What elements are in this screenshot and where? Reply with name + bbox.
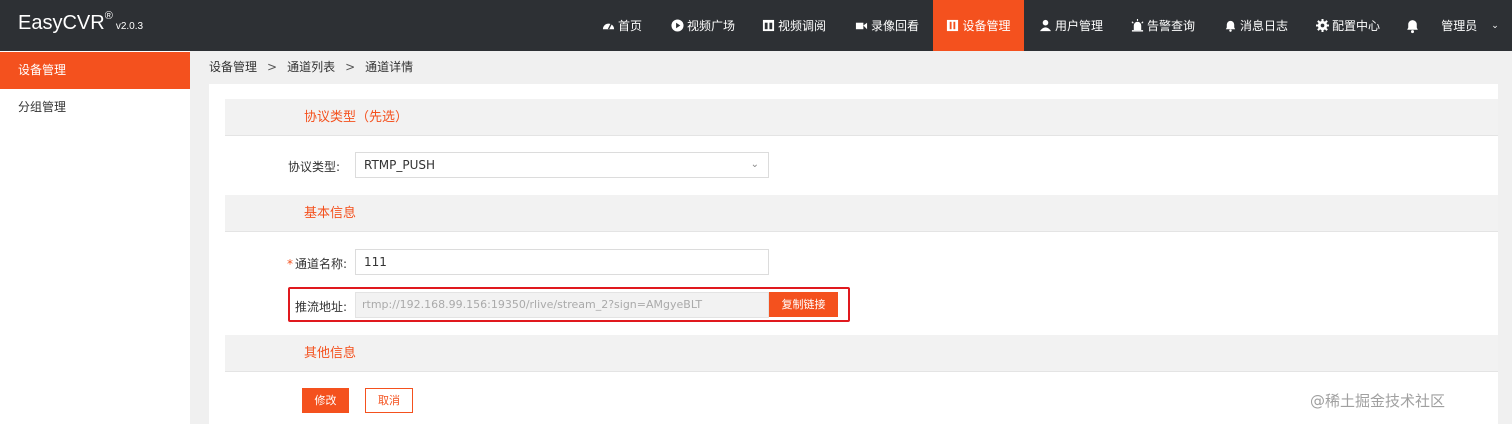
nav-video-square[interactable]: 视频广场 — [667, 0, 739, 51]
nav-device-management[interactable]: 设备管理 — [933, 0, 1024, 51]
nav-label: 首页 — [617, 19, 642, 33]
channel-name-input[interactable]: 111 — [355, 249, 769, 275]
breadcrumb: 设备管理 > 通道列表 > 通道详情 — [209, 58, 413, 76]
protocol-label: 协议类型: — [287, 160, 340, 174]
brand-registered-mark: ® — [104, 10, 113, 22]
breadcrumb-separator: > — [345, 60, 356, 74]
nav-label: 消息日志 — [1239, 19, 1288, 33]
nav-recording[interactable]: 录像回看 — [851, 0, 923, 51]
copy-link-button[interactable]: 复制链接 — [769, 292, 838, 317]
section-header-other: 其他信息 — [225, 335, 1498, 372]
page-scroll-area — [1498, 51, 1512, 424]
nav-label: 告警查询 — [1146, 19, 1195, 33]
nav-label: 用户管理 — [1054, 19, 1103, 33]
push-url-input[interactable]: rtmp://192.168.99.156:19350/rlive/stream… — [355, 292, 769, 318]
sidebar-item-group-management[interactable]: 分组管理 — [0, 89, 190, 126]
channel-detail-form: 协议类型（先选） 协议类型: RTMP_PUSH ⌄ 基本信息 * 通道名称: 1… — [209, 84, 1498, 424]
nav-label: 视频调阅 — [777, 19, 826, 33]
sidebar-item-device-management[interactable]: 设备管理 — [0, 52, 190, 89]
dashboard-icon — [602, 23, 615, 30]
chevron-down-icon: ⌄ — [750, 159, 759, 170]
breadcrumb-item[interactable]: 通道列表 — [287, 58, 335, 76]
required-mark: * — [286, 257, 293, 271]
nav-label: 录像回看 — [870, 19, 919, 33]
brand-name: EasyCVR — [18, 12, 105, 34]
brand-logo[interactable]: EasyCVR ® v2.0.3 — [18, 10, 144, 40]
user-icon — [1039, 19, 1052, 32]
nav-message-log[interactable]: 消息日志 — [1220, 0, 1292, 51]
save-button[interactable]: 修改 — [302, 388, 349, 413]
section-header-protocol: 协议类型（先选） — [225, 99, 1498, 136]
chevron-down-icon: ⌄ — [1491, 20, 1499, 31]
breadcrumb-separator: > — [267, 60, 278, 74]
nav-video-view[interactable]: 视频调阅 — [758, 0, 830, 51]
nav-alarm-query[interactable]: 告警查询 — [1127, 0, 1199, 51]
protocol-select[interactable]: RTMP_PUSH ⌄ — [355, 152, 769, 178]
nav-config-center[interactable]: 配置中心 — [1312, 0, 1384, 51]
device-icon — [947, 19, 959, 32]
push-url-label: 推流地址: — [294, 300, 347, 314]
nav-label: 设备管理 — [962, 19, 1011, 33]
section-title: 协议类型（先选） — [304, 110, 409, 125]
section-title: 基本信息 — [304, 206, 357, 221]
video-camera-icon — [855, 22, 868, 30]
channel-name-label-text: 通道名称: — [294, 257, 347, 271]
cancel-button[interactable]: 取消 — [365, 388, 413, 413]
top-navbar: EasyCVR ® v2.0.3 首页 视频广场 视频调阅 录像回看 设备管理 … — [0, 0, 1512, 51]
channel-name-label: * 通道名称: — [209, 255, 347, 272]
nav-home[interactable]: 首页 — [597, 0, 647, 51]
section-title: 其他信息 — [304, 346, 357, 361]
bell-icon — [1406, 19, 1418, 33]
breadcrumb-item[interactable]: 设备管理 — [209, 58, 257, 76]
section-header-basic: 基本信息 — [225, 195, 1498, 232]
grid-icon — [762, 19, 775, 32]
protocol-select-value: RTMP_PUSH — [364, 158, 436, 172]
alarm-icon — [1131, 19, 1144, 32]
nav-user-management[interactable]: 用户管理 — [1035, 0, 1107, 51]
brand-version: v2.0.3 — [115, 21, 144, 32]
sidebar: 设备管理 分组管理 — [0, 51, 190, 424]
notification-button[interactable] — [1401, 0, 1423, 51]
watermark: @稀土掘金技术社区 — [1310, 392, 1446, 410]
bell-icon — [1225, 20, 1236, 32]
user-menu[interactable]: 管理员 ⌄ — [1440, 0, 1500, 51]
gear-icon — [1315, 19, 1329, 32]
breadcrumb-item-current: 通道详情 — [365, 60, 414, 74]
play-circle-icon — [671, 19, 684, 32]
nav-label: 视频广场 — [686, 19, 735, 33]
user-menu-label: 管理员 — [1441, 19, 1478, 33]
nav-label: 配置中心 — [1331, 19, 1380, 33]
